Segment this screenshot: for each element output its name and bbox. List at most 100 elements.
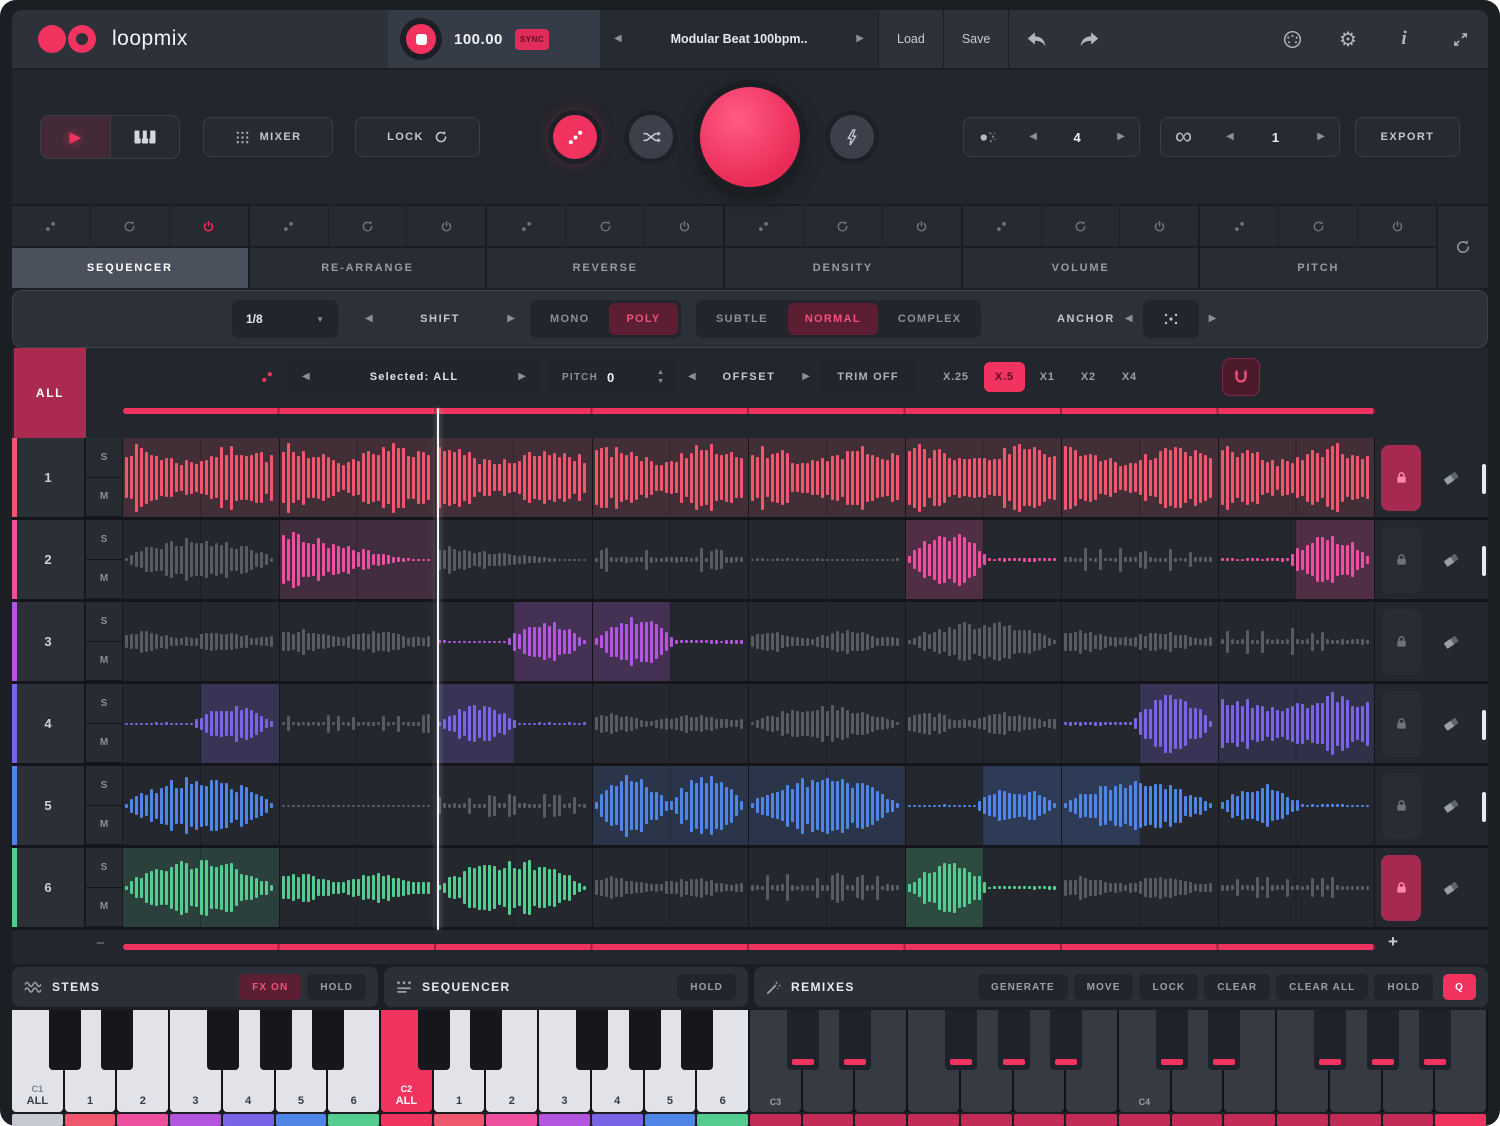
modules-refresh-button[interactable] [1438,206,1488,288]
power-icon[interactable] [645,206,723,246]
remix-lock-button[interactable]: LOCK [1139,974,1198,1000]
play-button[interactable]: ▶ [41,116,111,158]
clip-cell[interactable] [749,520,906,599]
lock-toggle-button[interactable]: LOCK [355,117,480,157]
quantize-button[interactable]: Q [1443,974,1476,1000]
clip-cell[interactable] [123,684,280,763]
clip-cell[interactable] [749,848,906,927]
eraser-icon[interactable] [1442,879,1461,896]
remix-clear-button[interactable]: CLEAR [1204,974,1270,1000]
track-scroll-thumb[interactable] [1482,710,1486,740]
pitch-stepper[interactable]: PITCH 0 ▲▼ [550,358,676,396]
clip-cell[interactable] [593,520,750,599]
info-icon[interactable]: i [1376,28,1432,50]
black-key[interactable] [787,1010,819,1070]
clip-cell[interactable] [436,602,593,681]
refresh-icon[interactable] [91,206,170,246]
clip-cell[interactable] [280,766,437,845]
clip-cell[interactable] [280,602,437,681]
eraser-icon[interactable] [1442,469,1461,486]
clip-cell[interactable] [593,438,750,517]
normal-button[interactable]: NORMAL [788,303,878,335]
rate-dropdown[interactable]: 1/8 ▼ [232,300,338,338]
eraser-icon[interactable] [1442,551,1461,568]
clip-cell[interactable] [1219,766,1376,845]
offset-left-button[interactable]: ◀ [688,372,696,382]
clip-cell[interactable] [1219,520,1376,599]
track-number[interactable]: 1 [12,438,86,517]
module-tab-sequencer[interactable]: SEQUENCER [12,248,248,288]
speed-x.25[interactable]: X.25 [932,362,980,392]
clip-cell[interactable] [749,684,906,763]
clip-cell[interactable] [1062,602,1219,681]
stepper-arrows-icon[interactable]: ▲▼ [657,369,664,385]
track-scroll-thumb[interactable] [1482,464,1486,494]
clip-cell[interactable] [593,766,750,845]
remix-generate-button[interactable]: GENERATE [978,974,1068,1000]
remix-move-button[interactable]: MOVE [1074,974,1134,1000]
black-key[interactable] [260,1010,292,1070]
black-key[interactable] [945,1010,977,1070]
power-icon[interactable] [1358,206,1436,246]
clip-cell[interactable] [123,848,280,927]
undo-button[interactable] [1009,30,1063,48]
clip-cell[interactable] [906,520,1063,599]
stop-button[interactable] [400,18,442,60]
clip-cell[interactable] [906,766,1063,845]
clip-cell[interactable] [436,438,593,517]
clip-cell[interactable] [906,602,1063,681]
eraser-icon[interactable] [1442,633,1461,650]
black-key[interactable] [576,1010,608,1070]
clip-cell[interactable] [123,602,280,681]
black-key[interactable] [49,1010,81,1070]
lock-icon[interactable] [1381,691,1421,757]
zoom-out-button[interactable]: − [96,935,105,952]
variation-next-button[interactable]: ▶ [1117,132,1125,142]
clip-cell[interactable] [1062,848,1219,927]
clip-cell[interactable] [593,602,750,681]
black-key[interactable] [312,1010,344,1070]
dice-icon[interactable] [963,206,1042,246]
black-key[interactable] [1050,1010,1082,1070]
anchor-prev-button[interactable]: ◀ [1125,314,1133,324]
black-key[interactable] [418,1010,450,1070]
dice-icon[interactable] [725,206,804,246]
clip-cell[interactable] [593,684,750,763]
mute-button[interactable]: M [86,888,122,928]
dice-icon[interactable] [1200,206,1279,246]
black-key[interactable] [1314,1010,1346,1070]
refresh-icon[interactable] [1279,206,1358,246]
resize-icon[interactable] [1432,31,1488,48]
module-tab-reverse[interactable]: REVERSE [487,248,723,288]
clip-cell[interactable] [1062,684,1219,763]
clip-cell[interactable] [280,848,437,927]
black-key[interactable] [207,1010,239,1070]
magnet-button[interactable] [1222,358,1260,396]
timeline-overview-bar[interactable] [123,944,1375,950]
clip-cell[interactable] [280,684,437,763]
anchor-position-button[interactable] [1143,300,1199,338]
sequencer-hold-button[interactable]: HOLD [677,974,736,1000]
clip-cell[interactable] [436,848,593,927]
stems-hold-button[interactable]: HOLD [307,974,366,1000]
settings-gear-icon[interactable]: ⚙ [1320,27,1376,52]
black-key[interactable] [681,1010,713,1070]
lock-icon[interactable] [1381,445,1421,511]
mute-button[interactable]: M [86,806,122,846]
module-tab-re-arrange[interactable]: RE-ARRANGE [250,248,486,288]
power-icon[interactable] [1120,206,1198,246]
subtle-button[interactable]: SUBTLE [699,303,785,335]
loop-prev-button[interactable]: ◀ [1226,132,1234,142]
clip-cell[interactable] [906,438,1063,517]
solo-button[interactable]: S [86,602,122,642]
clip-cell[interactable] [1219,602,1376,681]
variation-prev-button[interactable]: ◀ [1029,132,1037,142]
clip-cell[interactable] [906,848,1063,927]
mute-button[interactable]: M [86,478,122,518]
black-key[interactable] [1419,1010,1451,1070]
mute-button[interactable]: M [86,724,122,764]
clip-cell[interactable] [1219,438,1376,517]
clip-cell[interactable] [123,438,280,517]
poly-button[interactable]: POLY [609,303,677,335]
preset-next-button[interactable]: ▶ [856,34,864,44]
